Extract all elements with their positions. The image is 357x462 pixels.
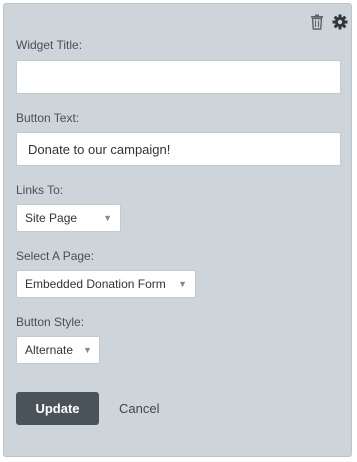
chevron-down-icon: ▼ [178, 279, 187, 289]
trash-icon[interactable] [310, 14, 326, 30]
widget-edit-panel: Widget Title: Button Text: Links To: Sit… [3, 3, 352, 457]
widget-title-input[interactable] [16, 60, 341, 94]
widget-title-label: Widget Title: [16, 38, 83, 52]
select-page-selected-value: Embedded Donation Form [25, 277, 166, 291]
cancel-link[interactable]: Cancel [119, 401, 159, 416]
button-style-label: Button Style: [16, 315, 85, 329]
button-style-select[interactable]: Alternate ▼ [16, 336, 100, 364]
button-style-selected-value: Alternate [25, 343, 74, 357]
gear-icon[interactable] [332, 14, 348, 30]
button-text-input[interactable] [16, 132, 341, 166]
links-to-selected-value: Site Page [25, 211, 78, 225]
update-button[interactable]: Update [16, 392, 99, 425]
select-page-select[interactable]: Embedded Donation Form ▼ [16, 270, 196, 298]
chevron-down-icon: ▼ [83, 345, 92, 355]
button-text-label: Button Text: [16, 111, 80, 125]
chevron-down-icon: ▼ [103, 213, 112, 223]
links-to-select[interactable]: Site Page ▼ [16, 204, 121, 232]
select-page-label: Select A Page: [16, 249, 95, 263]
links-to-label: Links To: [16, 183, 64, 197]
